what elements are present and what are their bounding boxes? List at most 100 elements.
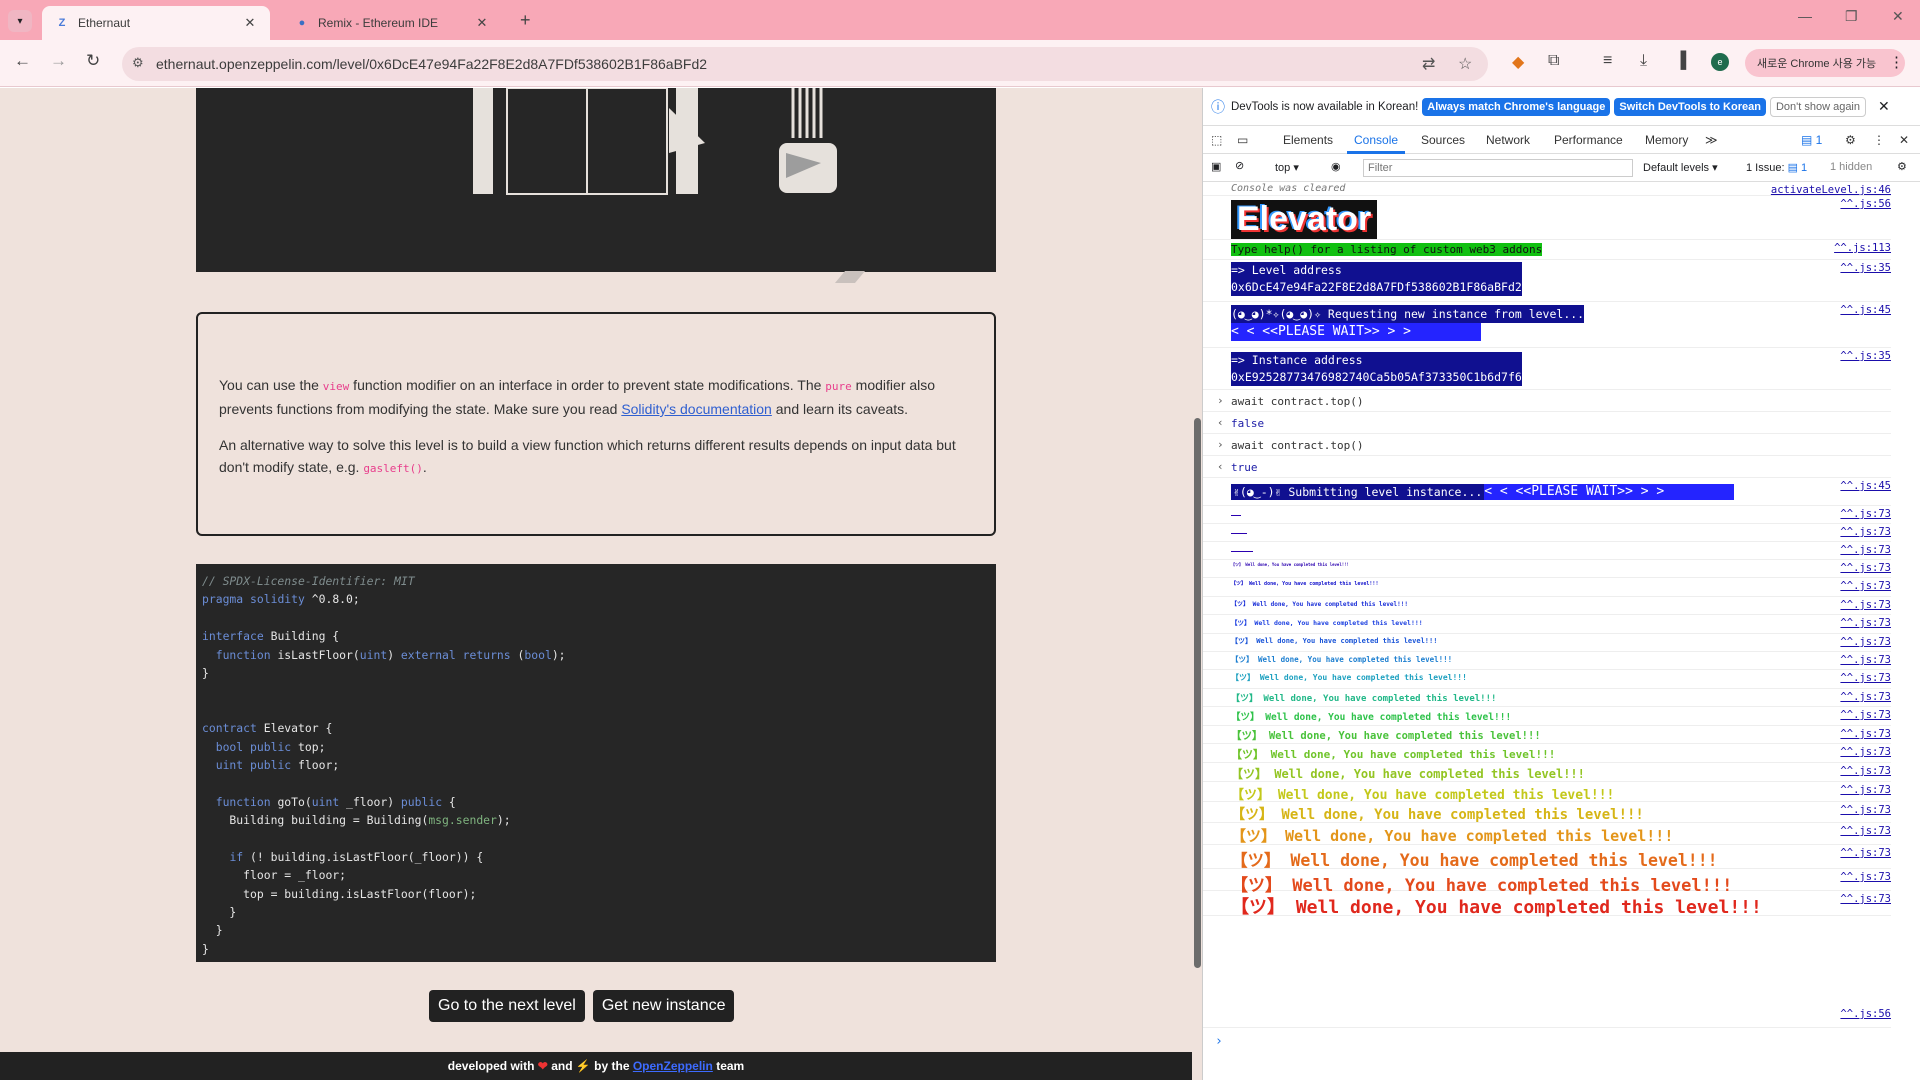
clear-console-icon[interactable]: ⊘ bbox=[1235, 159, 1244, 172]
tab-network[interactable]: Network bbox=[1486, 133, 1530, 147]
avatar[interactable]: e bbox=[1711, 53, 1729, 71]
source-link[interactable]: ^^.js:56 bbox=[1840, 1008, 1891, 1020]
source-link[interactable]: ^^.js:73 bbox=[1840, 508, 1891, 520]
download-icon[interactable]: ⤓ bbox=[1640, 52, 1647, 70]
well-done-message: 【ツ】 Well done, You have completed this l… bbox=[1231, 619, 1423, 627]
sidebar-icon[interactable]: ▣ bbox=[1211, 160, 1221, 173]
switch-korean-button[interactable]: Switch DevTools to Korean bbox=[1614, 97, 1766, 116]
sidepanel-icon[interactable]: ▐ bbox=[1675, 52, 1686, 70]
openzeppelin-link[interactable]: OpenZeppelin bbox=[633, 1059, 713, 1073]
source-link[interactable]: ^^.js:73 bbox=[1840, 691, 1891, 703]
source-link[interactable]: ^^.js:113 bbox=[1834, 242, 1891, 254]
tab-memory[interactable]: Memory bbox=[1645, 133, 1688, 147]
star-icon[interactable]: ☆ bbox=[1458, 54, 1472, 74]
tab-search-button[interactable]: ▾ bbox=[8, 10, 32, 32]
message-badge[interactable]: ▤ 1 bbox=[1801, 133, 1822, 147]
more-tabs-icon[interactable]: ≫ bbox=[1705, 133, 1718, 147]
source-link[interactable]: ^^.js:73 bbox=[1840, 654, 1891, 666]
dont-show-button[interactable]: Don't show again bbox=[1769, 96, 1866, 117]
close-window-icon[interactable]: ✕ bbox=[1892, 8, 1904, 25]
gear-icon[interactable]: ⚙ bbox=[1845, 133, 1856, 147]
source-link[interactable]: ^^.js:35 bbox=[1840, 350, 1891, 362]
tab-ethernaut[interactable]: Z Ethernaut ✕ bbox=[42, 6, 270, 40]
lightning-icon: ⚡ bbox=[575, 1059, 591, 1073]
inspect-icon[interactable]: ⬚ bbox=[1211, 133, 1222, 147]
well-done-message: 【ツ】 Well done, You have completed this l… bbox=[1231, 730, 1541, 742]
console-prompt[interactable]: › bbox=[1215, 1034, 1223, 1049]
source-link[interactable]: ^^.js:73 bbox=[1840, 636, 1891, 648]
console-row: 【ツ】 Well done, You have completed this l… bbox=[1203, 670, 1891, 689]
source-link[interactable]: ^^.js:73 bbox=[1840, 599, 1891, 611]
tab-elements[interactable]: Elements bbox=[1283, 133, 1333, 147]
source-link[interactable]: ^^.js:73 bbox=[1840, 784, 1891, 796]
levels-select[interactable]: Default levels ▾ bbox=[1643, 161, 1718, 174]
source-link[interactable]: ^^.js:73 bbox=[1840, 893, 1891, 905]
close-icon[interactable]: ✕ bbox=[242, 15, 258, 31]
source-link[interactable]: ^^.js:73 bbox=[1840, 825, 1891, 837]
match-language-button[interactable]: Always match Chrome's language bbox=[1422, 97, 1611, 116]
metamask-icon[interactable]: ◆ bbox=[1512, 52, 1524, 72]
extensions-icon[interactable]: ⧉ bbox=[1548, 52, 1559, 70]
infobar-text: DevTools is now available in Korean! bbox=[1231, 100, 1419, 113]
tab-remix[interactable]: ● Remix - Ethereum IDE ✕ bbox=[282, 6, 502, 40]
gear-icon[interactable]: ⚙ bbox=[1897, 160, 1907, 173]
scrollbar-thumb[interactable] bbox=[1194, 418, 1201, 968]
elevator-illustration bbox=[473, 88, 837, 195]
code-line: bool public top; bbox=[215, 739, 326, 754]
info-icon: ⓘ bbox=[1211, 98, 1225, 115]
eye-icon[interactable]: ◉ bbox=[1331, 160, 1341, 173]
source-link[interactable]: ^^.js:73 bbox=[1840, 871, 1891, 883]
close-icon[interactable]: ✕ bbox=[474, 15, 490, 31]
source-link[interactable]: ^^.js:73 bbox=[1840, 562, 1891, 574]
media-icon[interactable]: ≡ bbox=[1603, 52, 1612, 70]
restore-icon[interactable]: ❐ bbox=[1845, 8, 1858, 25]
more-vert-icon[interactable]: ⋮ bbox=[1889, 53, 1904, 71]
well-done-message: 【ツ】 Well done, You have completed this l… bbox=[1231, 601, 1408, 608]
source-link[interactable]: ^^.js:73 bbox=[1840, 804, 1891, 816]
source-link[interactable]: ^^.js:73 bbox=[1840, 580, 1891, 592]
source-link[interactable]: ^^.js:45 bbox=[1840, 480, 1891, 492]
chrome-update-button[interactable]: 새로운 Chrome 사용 가능 bbox=[1745, 49, 1905, 77]
source-link[interactable]: ^^.js:73 bbox=[1840, 728, 1891, 740]
source-link[interactable]: ^^.js:45 bbox=[1840, 304, 1891, 316]
source-link[interactable]: ^^.js:73 bbox=[1840, 544, 1891, 556]
well-done-message: 【ツ】 Well done, You have completed this l… bbox=[1231, 897, 1762, 918]
site-info-icon[interactable]: ⚙ bbox=[132, 55, 144, 71]
minimize-icon[interactable]: — bbox=[1798, 8, 1812, 24]
source-link[interactable]: ^^.js:73 bbox=[1840, 746, 1891, 758]
devtools-tabs: ⬚ ▭ Elements Console Sources Network Per… bbox=[1203, 126, 1920, 154]
source-link[interactable]: ^^.js:73 bbox=[1840, 765, 1891, 777]
tab-console[interactable]: Console bbox=[1354, 133, 1398, 147]
forward-icon[interactable]: → bbox=[50, 51, 67, 71]
tab-sources[interactable]: Sources bbox=[1421, 133, 1465, 147]
context-select[interactable]: top ▾ bbox=[1275, 161, 1299, 174]
source-link[interactable]: ^^.js:73 bbox=[1840, 617, 1891, 629]
translate-icon[interactable]: ⇄ bbox=[1422, 54, 1435, 74]
next-level-button[interactable]: Go to the next level bbox=[429, 990, 585, 1022]
source-link[interactable]: ^^.js:73 bbox=[1840, 847, 1891, 859]
filter-input[interactable] bbox=[1363, 159, 1633, 177]
code-line: } bbox=[202, 905, 237, 920]
source-link[interactable]: ^^.js:73 bbox=[1840, 709, 1891, 721]
source-link[interactable]: ^^.js:73 bbox=[1840, 672, 1891, 684]
source-link[interactable]: ^^.js:73 bbox=[1840, 526, 1891, 538]
close-icon[interactable]: ✕ bbox=[1899, 133, 1909, 147]
device-toolbar-icon[interactable]: ▭ bbox=[1237, 133, 1248, 147]
close-icon[interactable]: ✕ bbox=[1878, 98, 1890, 115]
new-instance-button[interactable]: Get new instance bbox=[592, 990, 735, 1022]
code-line: uint public floor; bbox=[215, 757, 340, 772]
tab-performance[interactable]: Performance bbox=[1554, 133, 1623, 147]
more-vert-icon[interactable]: ⋮ bbox=[1873, 133, 1885, 147]
source-link[interactable]: activateLevel.js:46 bbox=[1771, 184, 1891, 196]
address-bar[interactable]: ⚙ ethernaut.openzeppelin.com/level/0x6Dc… bbox=[122, 47, 1488, 81]
source-link[interactable]: ^^.js:56 bbox=[1840, 198, 1891, 210]
issues-button[interactable]: 1 Issue: ▤ 1 bbox=[1746, 161, 1807, 174]
source-link[interactable]: ^^.js:35 bbox=[1840, 262, 1891, 274]
page-scrollbar[interactable] bbox=[1192, 88, 1202, 1080]
reload-icon[interactable]: ↻ bbox=[86, 51, 100, 71]
solidity-docs-link[interactable]: Solidity's documentation bbox=[621, 401, 772, 417]
code-line: top = building.isLastFloor(floor); bbox=[202, 886, 477, 901]
new-tab-icon[interactable]: + bbox=[520, 10, 531, 31]
back-icon[interactable]: ← bbox=[14, 51, 31, 71]
